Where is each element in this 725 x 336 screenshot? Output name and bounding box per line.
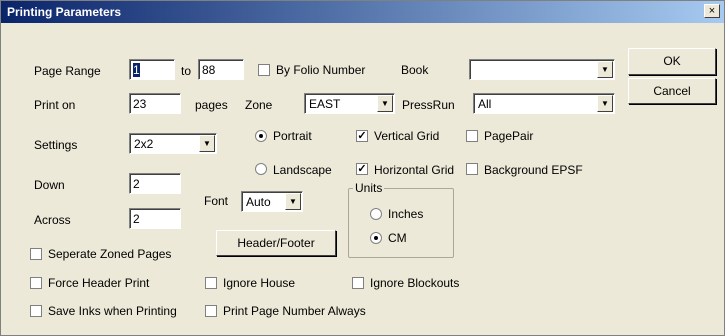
- page-range-from-input[interactable]: 1: [129, 59, 175, 80]
- save-inks-label: Save Inks when Printing: [48, 304, 177, 318]
- portrait-radio-dot: [259, 134, 263, 138]
- page-range-to-value: 88: [202, 63, 216, 77]
- down-label: Down: [34, 178, 65, 192]
- header-footer-button[interactable]: Header/Footer: [216, 230, 336, 256]
- zone-label: Zone: [245, 98, 273, 112]
- across-input[interactable]: 2: [129, 208, 181, 229]
- across-value: 2: [133, 212, 140, 226]
- force-header-print-checkbox[interactable]: [30, 277, 42, 289]
- ignore-blockouts-checkbox[interactable]: [352, 277, 364, 289]
- print-page-number-always-label: Print Page Number Always: [223, 304, 366, 318]
- background-epsf-label: Background EPSF: [484, 163, 583, 177]
- title-bar: Printing Parameters ×: [1, 1, 724, 23]
- book-label: Book: [401, 63, 429, 77]
- ignore-house-label: Ignore House: [223, 276, 296, 290]
- page-range-label: Page Range: [34, 64, 101, 78]
- vertical-grid-label: Vertical Grid: [374, 129, 440, 143]
- inches-label: Inches: [388, 207, 424, 221]
- units-group: Units Inches CM: [348, 181, 454, 258]
- book-select[interactable]: ▼: [469, 59, 615, 80]
- font-dropdown-icon[interactable]: ▼: [285, 193, 301, 210]
- cm-radio-dot: [374, 236, 378, 240]
- page-pair-checkbox[interactable]: [466, 130, 478, 142]
- down-input[interactable]: 2: [129, 173, 181, 194]
- units-legend: Units: [353, 181, 385, 195]
- book-dropdown-icon[interactable]: ▼: [597, 61, 613, 78]
- zone-value: EAST: [309, 97, 341, 111]
- ok-button[interactable]: OK: [628, 48, 716, 75]
- zone-select[interactable]: EAST ▼: [304, 93, 395, 114]
- ignore-house-checkbox[interactable]: [205, 277, 217, 289]
- vertical-grid-checkbox[interactable]: ✓: [356, 130, 368, 142]
- down-value: 2: [133, 177, 140, 191]
- across-label: Across: [34, 213, 71, 227]
- close-button[interactable]: ×: [704, 4, 720, 18]
- settings-label: Settings: [34, 138, 78, 152]
- cancel-button[interactable]: Cancel: [628, 78, 716, 104]
- seperate-zoned-pages-checkbox[interactable]: [30, 248, 42, 260]
- print-on-label: Print on: [34, 98, 76, 112]
- background-epsf-checkbox[interactable]: [466, 163, 478, 175]
- print-on-value: 23: [133, 97, 147, 111]
- font-label: Font: [204, 194, 229, 208]
- page-range-to-label: to: [181, 64, 192, 78]
- horizontal-grid-checkbox[interactable]: ✓: [356, 163, 368, 175]
- settings-select[interactable]: 2x2 ▼: [129, 133, 217, 154]
- save-inks-checkbox[interactable]: [30, 305, 42, 317]
- printing-parameters-dialog: Printing Parameters × Page Range 1 to 88…: [0, 0, 725, 336]
- by-folio-label: By Folio Number: [276, 63, 366, 77]
- landscape-label: Landscape: [273, 163, 332, 177]
- seperate-zoned-pages-label: Seperate Zoned Pages: [48, 247, 172, 261]
- pressrun-dropdown-icon[interactable]: ▼: [597, 95, 613, 112]
- landscape-radio[interactable]: [255, 163, 267, 175]
- font-value: Auto: [246, 195, 271, 209]
- inches-radio[interactable]: [370, 208, 382, 220]
- page-pair-label: PagePair: [484, 129, 534, 143]
- ignore-blockouts-label: Ignore Blockouts: [370, 276, 460, 290]
- cm-radio[interactable]: [370, 232, 382, 244]
- pressrun-label: PressRun: [402, 98, 455, 112]
- font-select[interactable]: Auto ▼: [241, 191, 303, 212]
- page-range-to-input[interactable]: 88: [198, 59, 244, 80]
- pages-label: pages: [195, 98, 228, 112]
- print-on-input[interactable]: 23: [129, 93, 181, 114]
- page-range-from-value: 1: [133, 63, 140, 77]
- force-header-print-label: Force Header Print: [48, 276, 150, 290]
- portrait-label: Portrait: [273, 129, 312, 143]
- pressrun-select[interactable]: All ▼: [473, 93, 615, 114]
- horizontal-grid-label: Horizontal Grid: [374, 163, 455, 177]
- cm-label: CM: [388, 231, 407, 245]
- window-title: Printing Parameters: [7, 5, 122, 19]
- portrait-radio[interactable]: [255, 130, 267, 142]
- pressrun-value: All: [478, 97, 492, 111]
- settings-dropdown-icon[interactable]: ▼: [199, 135, 215, 152]
- zone-dropdown-icon[interactable]: ▼: [377, 95, 393, 112]
- settings-value: 2x2: [134, 137, 154, 151]
- print-page-number-always-checkbox[interactable]: [205, 305, 217, 317]
- by-folio-checkbox[interactable]: [258, 64, 270, 76]
